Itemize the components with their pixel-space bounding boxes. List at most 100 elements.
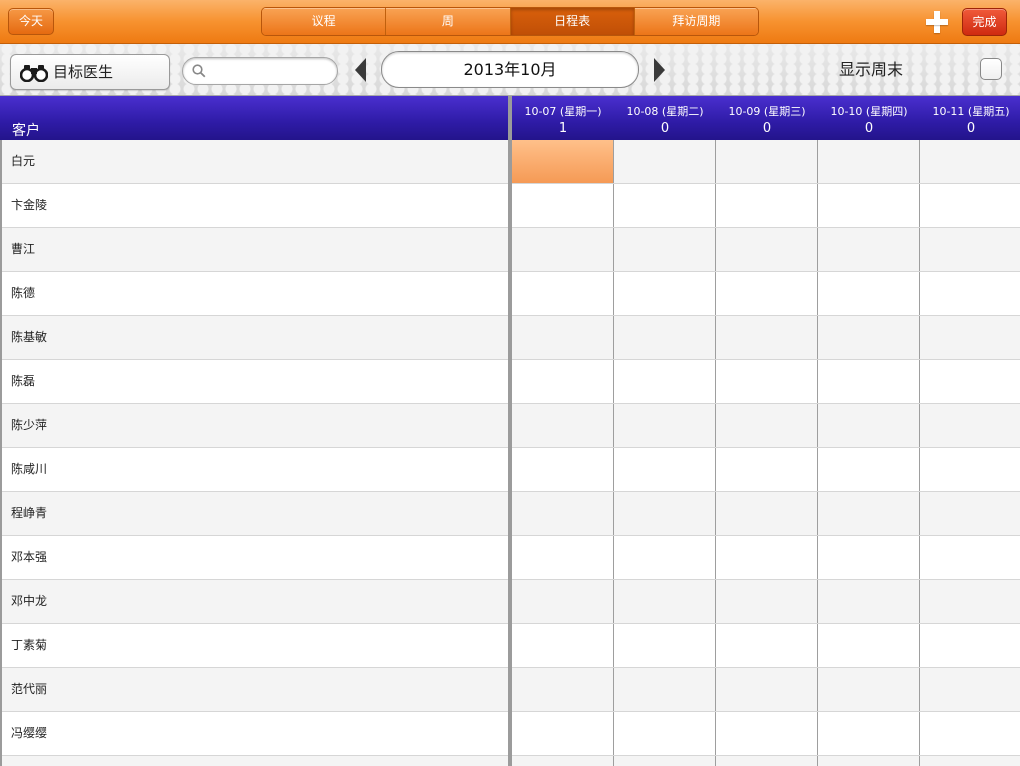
schedule-cell[interactable] [716,448,818,491]
client-name-cell[interactable]: 陈德 [0,272,508,315]
client-name-cell[interactable]: 邓中龙 [0,580,508,623]
client-name-cell[interactable]: 曹江 [0,228,508,271]
schedule-cell[interactable] [614,140,716,183]
schedule-cell[interactable] [614,580,716,623]
schedule-cell[interactable] [818,756,920,766]
client-name-cell[interactable]: 丁素菊 [0,624,508,667]
schedule-cell[interactable] [920,228,1020,271]
schedule-cell[interactable] [512,360,614,403]
schedule-cell[interactable] [512,624,614,667]
next-month-arrow-icon[interactable] [654,58,665,82]
done-button[interactable]: 完成 [962,8,1007,36]
schedule-cell[interactable] [920,756,1020,766]
schedule-cell[interactable] [512,492,614,535]
schedule-cell[interactable] [920,140,1020,183]
schedule-cell[interactable] [818,404,920,447]
schedule-cell[interactable] [818,448,920,491]
month-selector[interactable]: 2013年10月 [381,51,639,88]
schedule-cell[interactable] [512,756,614,766]
schedule-cell[interactable] [716,624,818,667]
show-weekend-checkbox[interactable] [980,58,1002,80]
tab-agenda[interactable]: 议程 [262,8,387,35]
schedule-cell[interactable] [614,712,716,755]
schedule-cell[interactable] [920,404,1020,447]
schedule-cell[interactable] [614,536,716,579]
schedule-cell[interactable] [920,492,1020,535]
schedule-cell[interactable] [818,184,920,227]
schedule-cell[interactable] [512,668,614,711]
client-name-cell[interactable]: 范代丽 [0,668,508,711]
schedule-cell[interactable] [614,668,716,711]
schedule-cell[interactable] [818,536,920,579]
client-name-cell[interactable]: 邓本强 [0,536,508,579]
schedule-cell[interactable] [512,448,614,491]
schedule-cell[interactable] [716,140,818,183]
schedule-cell[interactable] [614,228,716,271]
client-name-cell[interactable]: 陈咸川 [0,448,508,491]
schedule-cell[interactable] [512,316,614,359]
schedule-cell[interactable] [716,580,818,623]
schedule-cell[interactable] [614,360,716,403]
schedule-cell[interactable] [614,448,716,491]
client-name-cell[interactable]: 白元 [0,140,508,183]
schedule-cell[interactable] [818,272,920,315]
schedule-cell[interactable] [614,624,716,667]
schedule-cell[interactable] [512,536,614,579]
schedule-cell[interactable] [512,272,614,315]
schedule-cell[interactable] [920,624,1020,667]
schedule-cell[interactable] [716,316,818,359]
schedule-cell[interactable] [818,228,920,271]
tab-schedule[interactable]: 日程表 [510,8,635,35]
schedule-cell[interactable] [614,404,716,447]
schedule-cell[interactable] [512,184,614,227]
schedule-cell[interactable] [716,668,818,711]
client-name-cell[interactable]: 程峥青 [0,492,508,535]
schedule-cell[interactable] [920,360,1020,403]
client-name-cell[interactable]: 陈少萍 [0,404,508,447]
schedule-cell[interactable] [716,536,818,579]
client-name-cell[interactable] [0,756,508,766]
schedule-cell[interactable] [920,272,1020,315]
client-name-cell[interactable]: 陈磊 [0,360,508,403]
schedule-cell[interactable] [920,536,1020,579]
schedule-cell[interactable] [512,580,614,623]
search-box[interactable] [182,57,338,85]
schedule-cell[interactable] [614,492,716,535]
schedule-cell[interactable] [920,712,1020,755]
schedule-cell[interactable] [818,492,920,535]
schedule-cell[interactable] [818,360,920,403]
schedule-cell[interactable] [614,272,716,315]
schedule-cell[interactable] [716,712,818,755]
today-button[interactable]: 今天 [8,8,54,35]
target-doctor-button[interactable]: 目标医生 [10,54,170,90]
tab-visit-cycle[interactable]: 拜访周期 [634,8,758,35]
schedule-cell[interactable] [716,228,818,271]
schedule-cell[interactable] [818,580,920,623]
schedule-cell[interactable] [818,316,920,359]
schedule-cell[interactable] [716,404,818,447]
schedule-cell[interactable] [614,184,716,227]
prev-month-arrow-icon[interactable] [355,58,366,82]
schedule-cell[interactable] [512,140,614,183]
schedule-cell[interactable] [716,492,818,535]
schedule-cell[interactable] [920,668,1020,711]
client-name-cell[interactable]: 冯缨缨 [0,712,508,755]
schedule-cell[interactable] [512,712,614,755]
plus-icon[interactable] [924,9,950,35]
schedule-cell[interactable] [818,668,920,711]
schedule-cell[interactable] [920,316,1020,359]
schedule-cell[interactable] [818,140,920,183]
schedule-cell[interactable] [920,448,1020,491]
schedule-cell[interactable] [716,272,818,315]
schedule-cell[interactable] [512,228,614,271]
schedule-cell[interactable] [716,360,818,403]
schedule-cell[interactable] [716,756,818,766]
search-input[interactable] [211,61,333,83]
schedule-cell[interactable] [512,404,614,447]
client-name-cell[interactable]: 陈基敏 [0,316,508,359]
schedule-cell[interactable] [614,316,716,359]
tab-week[interactable]: 周 [386,8,511,35]
schedule-cell[interactable] [818,712,920,755]
schedule-cell[interactable] [920,184,1020,227]
schedule-cell[interactable] [716,184,818,227]
